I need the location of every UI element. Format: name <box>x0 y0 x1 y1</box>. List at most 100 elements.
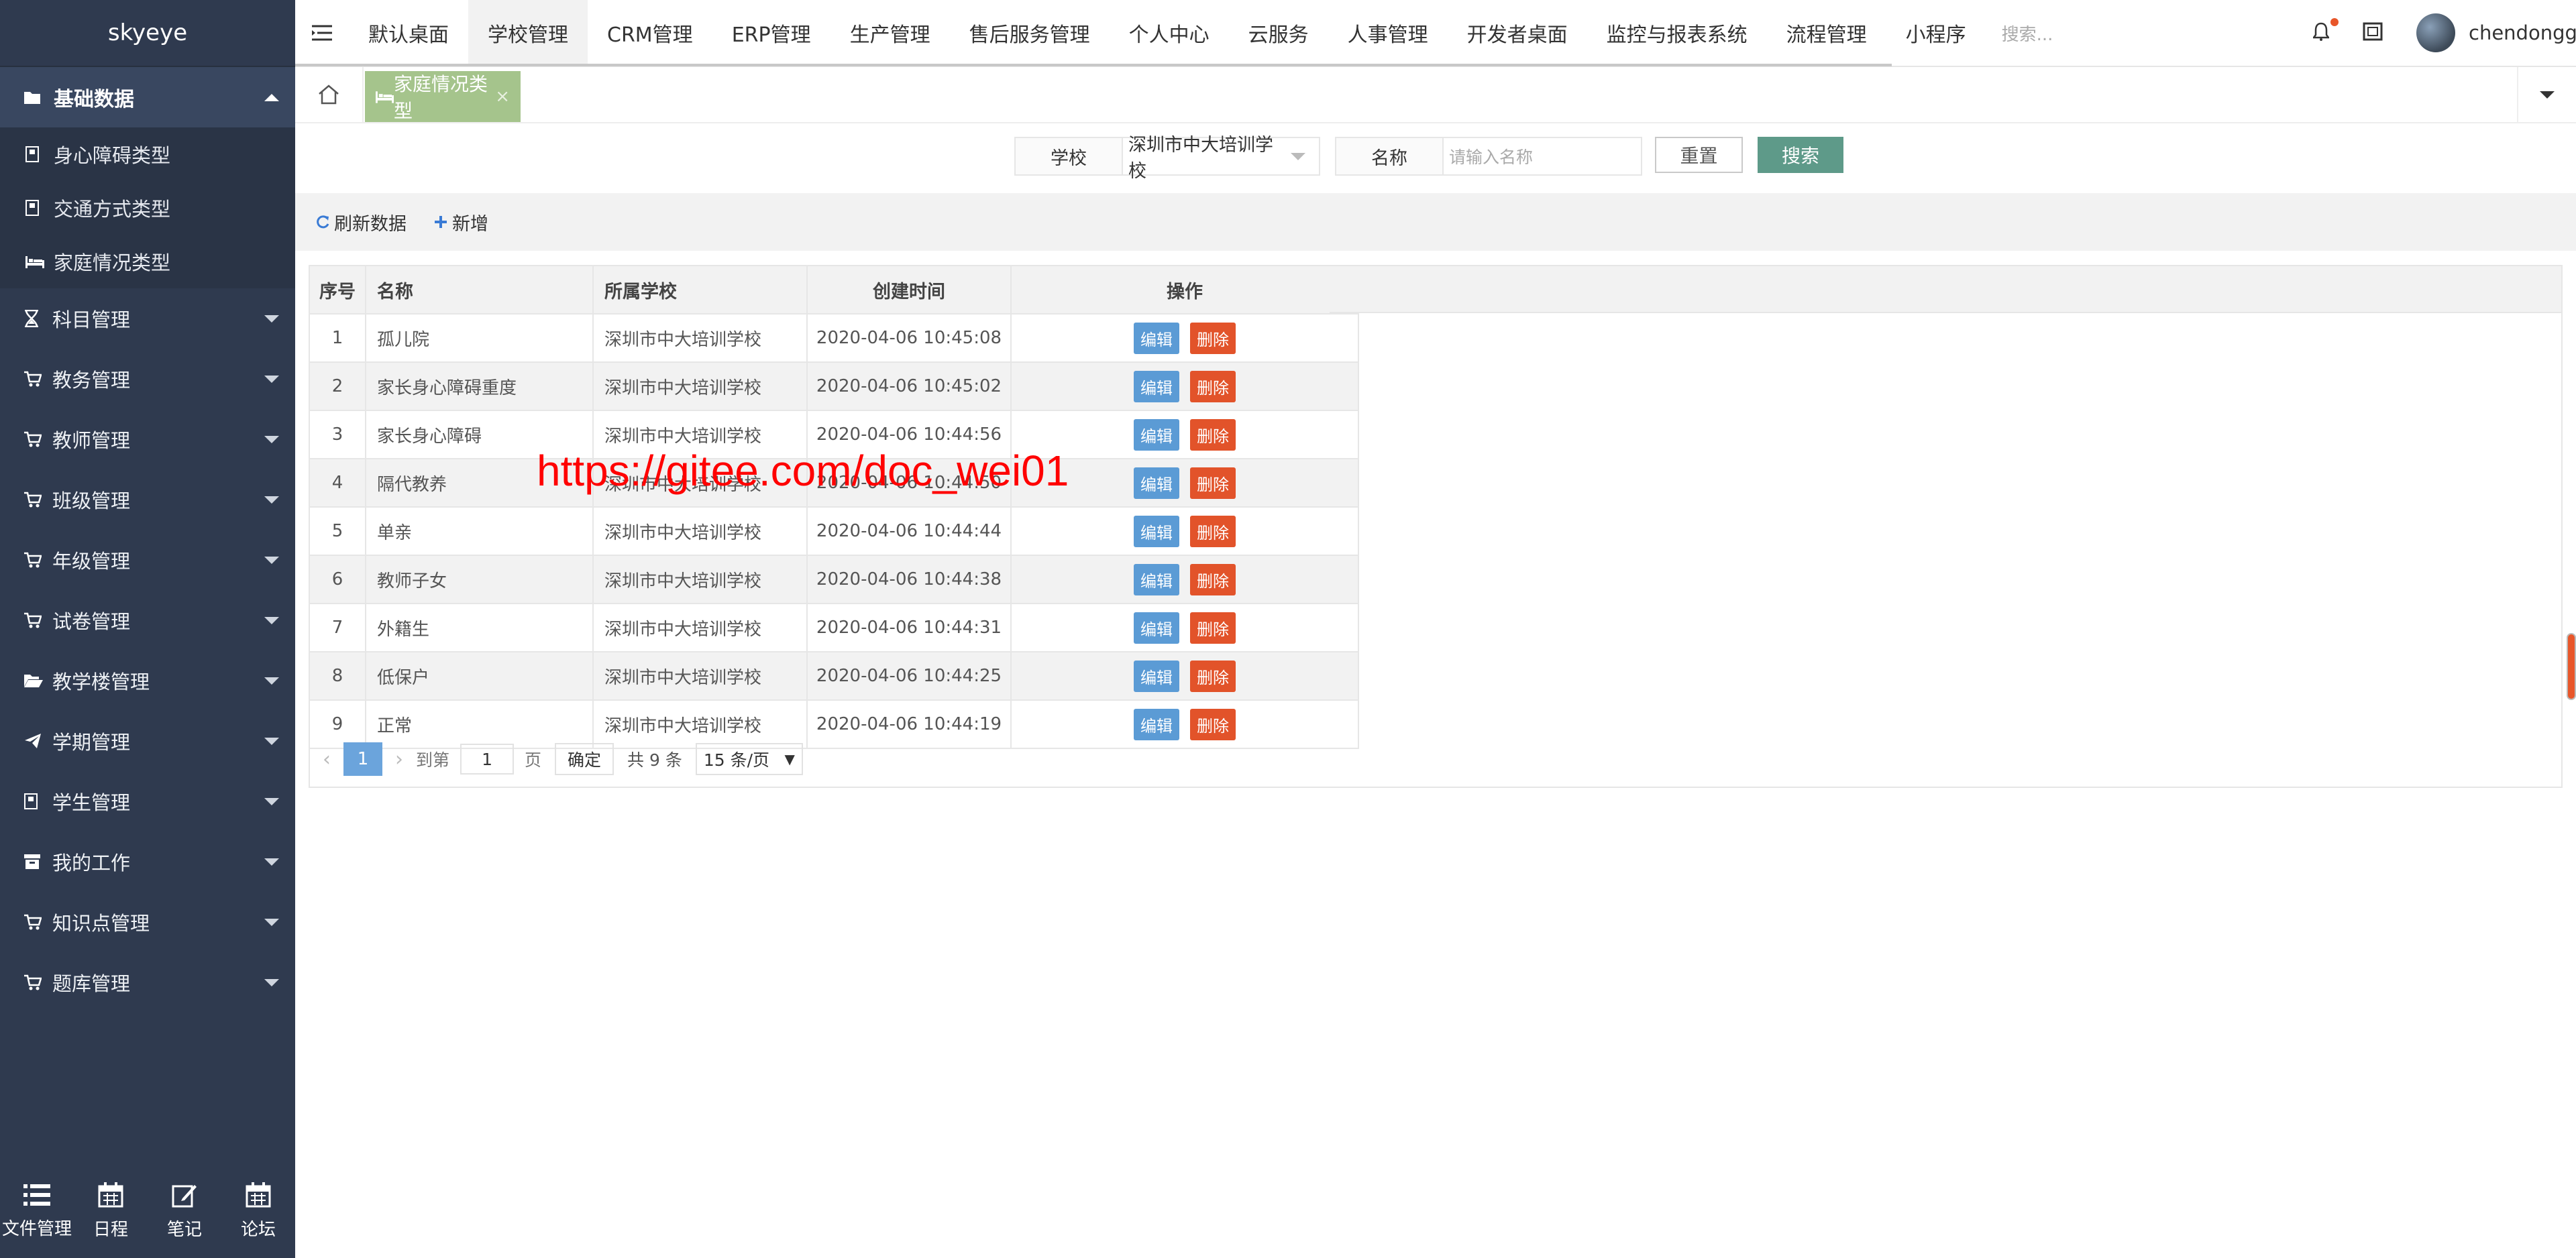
edit-button[interactable]: 编辑 <box>1134 660 1179 692</box>
table-row[interactable]: 5 单亲 深圳市中大培训学校 2020-04-06 10:44:44 编辑 删除 <box>310 507 1359 556</box>
sidebar-item-5[interactable]: 试卷管理 <box>0 590 295 650</box>
col-name[interactable]: 名称 <box>366 266 594 314</box>
cell-index: 7 <box>310 604 366 652</box>
sidebar-item-family-type[interactable]: 家庭情况类型 <box>0 235 295 288</box>
nav-tab-7[interactable]: 云服务 <box>1229 0 1328 66</box>
nav-tab-2[interactable]: CRM管理 <box>588 0 712 66</box>
sidebar-item-label: 教务管理 <box>52 369 131 392</box>
cell-index: 3 <box>310 410 366 459</box>
notification-bell[interactable] <box>2312 18 2339 44</box>
tab-menu-dropdown[interactable] <box>2517 67 2576 122</box>
edit-button[interactable]: 编辑 <box>1134 708 1179 740</box>
add-button[interactable]: 新增 <box>433 209 488 235</box>
refresh-button[interactable]: 刷新数据 <box>315 209 407 235</box>
edit-button[interactable]: 编辑 <box>1134 418 1179 451</box>
sidebar-group-basic-data[interactable]: 基础数据 <box>0 67 295 127</box>
forum-button[interactable]: 论坛 <box>221 1164 295 1258</box>
delete-button[interactable]: 删除 <box>1190 563 1236 595</box>
sidebar-item-2[interactable]: 教师管理 <box>0 409 295 469</box>
sidebar-bottom-tools: 文件管理 日程 笔记 论坛 <box>0 1164 295 1258</box>
page-current[interactable]: 1 <box>343 742 382 776</box>
nav-tab-5[interactable]: 售后服务管理 <box>950 0 1110 66</box>
sidebar-item-4[interactable]: 年级管理 <box>0 530 295 590</box>
sidebar-item-9[interactable]: 我的工作 <box>0 832 295 892</box>
schedule-button[interactable]: 日程 <box>74 1164 148 1258</box>
avatar[interactable] <box>2416 13 2455 52</box>
nav-tab-6[interactable]: 个人中心 <box>1110 0 1229 66</box>
delete-button[interactable]: 删除 <box>1190 660 1236 692</box>
menu-toggle-icon[interactable] <box>295 25 349 41</box>
home-tab[interactable] <box>295 67 364 122</box>
delete-button[interactable]: 删除 <box>1190 612 1236 644</box>
goto-confirm-button[interactable]: 确定 <box>555 743 614 775</box>
cart-icon <box>24 914 44 930</box>
global-search-input[interactable]: 搜索... <box>2002 21 2223 46</box>
tab-family-type[interactable]: 家庭情况类型 × <box>365 71 521 122</box>
sidebar-item-3[interactable]: 班级管理 <box>0 469 295 530</box>
cell-index: 2 <box>310 362 366 411</box>
sidebar-item-10[interactable]: 知识点管理 <box>0 892 295 952</box>
notes-button[interactable]: 笔记 <box>148 1164 221 1258</box>
sidebar-item-1[interactable]: 教务管理 <box>0 349 295 409</box>
school-select[interactable]: 学校 深圳市中大培训学校 <box>1014 135 1320 182</box>
reset-button[interactable]: 重置 <box>1655 137 1743 173</box>
fullscreen-icon[interactable] <box>2363 22 2383 44</box>
sidebar-item-transport-type[interactable]: 交通方式类型 <box>0 181 295 235</box>
folder-icon <box>24 91 46 104</box>
page-size-select[interactable]: 15 条/页 ▼ <box>695 743 803 775</box>
delete-button[interactable]: 删除 <box>1190 322 1236 354</box>
prev-page-icon[interactable]: ‹ <box>310 748 343 771</box>
edit-button[interactable]: 编辑 <box>1134 370 1179 402</box>
sidebar-item-11[interactable]: 题库管理 <box>0 952 295 1013</box>
search-button[interactable]: 搜索 <box>1758 137 1843 173</box>
cell-created-time: 2020-04-06 10:44:38 <box>807 555 1012 604</box>
edit-button[interactable]: 编辑 <box>1134 322 1179 354</box>
sidebar-item-8[interactable]: 学生管理 <box>0 771 295 832</box>
delete-button[interactable]: 删除 <box>1190 708 1236 740</box>
col-school[interactable]: 所属学校 <box>593 266 808 314</box>
delete-button[interactable]: 删除 <box>1190 467 1236 499</box>
username[interactable]: chendonggua <box>2469 21 2576 44</box>
delete-button[interactable]: 删除 <box>1190 515 1236 547</box>
sidebar-item-0[interactable]: 科目管理 <box>0 288 295 349</box>
nav-tab-3[interactable]: ERP管理 <box>712 0 830 66</box>
page-tab-strip: 家庭情况类型 × <box>295 67 2576 123</box>
table-row[interactable]: 7 外籍生 深圳市中大培训学校 2020-04-06 10:44:31 编辑 删除 <box>310 604 1359 652</box>
table-row[interactable]: 2 家长身心障碍重度 深圳市中大培训学校 2020-04-06 10:45:02 编辑删… <box>310 362 1359 411</box>
delete-button[interactable]: 删除 <box>1190 370 1236 402</box>
table-row[interactable]: 6 教师子女 深圳市中大培训学校 2020-04-06 10:44:38 编辑 删除 <box>310 555 1359 604</box>
close-icon[interactable]: × <box>495 87 510 107</box>
col-created-time[interactable]: 创建时间 <box>807 266 1012 314</box>
nav-scroll-indicator <box>295 64 1892 66</box>
sidebar-item-6[interactable]: 教学楼管理 <box>0 650 295 711</box>
sidebar-item-7[interactable]: 学期管理 <box>0 711 295 771</box>
goto-page-input[interactable]: 1 <box>460 744 515 775</box>
file-manager-button[interactable]: 文件管理 <box>0 1164 74 1258</box>
delete-button[interactable]: 删除 <box>1190 418 1236 451</box>
edit-button[interactable]: 编辑 <box>1134 563 1179 595</box>
nav-tab-0[interactable]: 默认桌面 <box>349 0 468 66</box>
table-row[interactable]: 8 低保户 深圳市中大培训学校 2020-04-06 10:44:25 编辑 删除 <box>310 652 1359 701</box>
nav-tab-8[interactable]: 人事管理 <box>1328 0 1448 66</box>
nav-tab-11[interactable]: 流程管理 <box>1767 0 1886 66</box>
name-input[interactable]: 请输入名称 <box>1444 144 1641 168</box>
edit-button[interactable]: 编辑 <box>1134 612 1179 644</box>
edit-button[interactable]: 编辑 <box>1134 467 1179 499</box>
edit-button[interactable]: 编辑 <box>1134 515 1179 547</box>
id-card-icon <box>24 793 44 809</box>
scrollbar-thumb[interactable] <box>2567 633 2576 700</box>
nav-tab-10[interactable]: 监控与报表系统 <box>1587 0 1767 66</box>
sidebar-group-label: 基础数据 <box>54 88 134 111</box>
nav-tab-9[interactable]: 开发者桌面 <box>1448 0 1587 66</box>
nav-tab-4[interactable]: 生产管理 <box>830 0 950 66</box>
table-row[interactable]: 1 孤儿院 深圳市中大培训学校 2020-04-06 10:45:08 编辑 删除 <box>310 314 1359 363</box>
nav-tab-1[interactable]: 学校管理 <box>468 0 588 66</box>
bed-icon <box>25 255 46 268</box>
school-value: 深圳市中大培训学校 <box>1128 135 1273 182</box>
cell-school: 深圳市中大培训学校 <box>593 507 808 556</box>
nav-tab-12[interactable]: 小程序 <box>1886 0 1986 66</box>
next-page-icon[interactable]: › <box>382 748 416 771</box>
file-manager-label: 文件管理 <box>1 1218 72 1239</box>
brand-logo[interactable]: skyeye <box>0 0 295 67</box>
sidebar-item-disability-type[interactable]: 身心障碍类型 <box>0 127 295 181</box>
